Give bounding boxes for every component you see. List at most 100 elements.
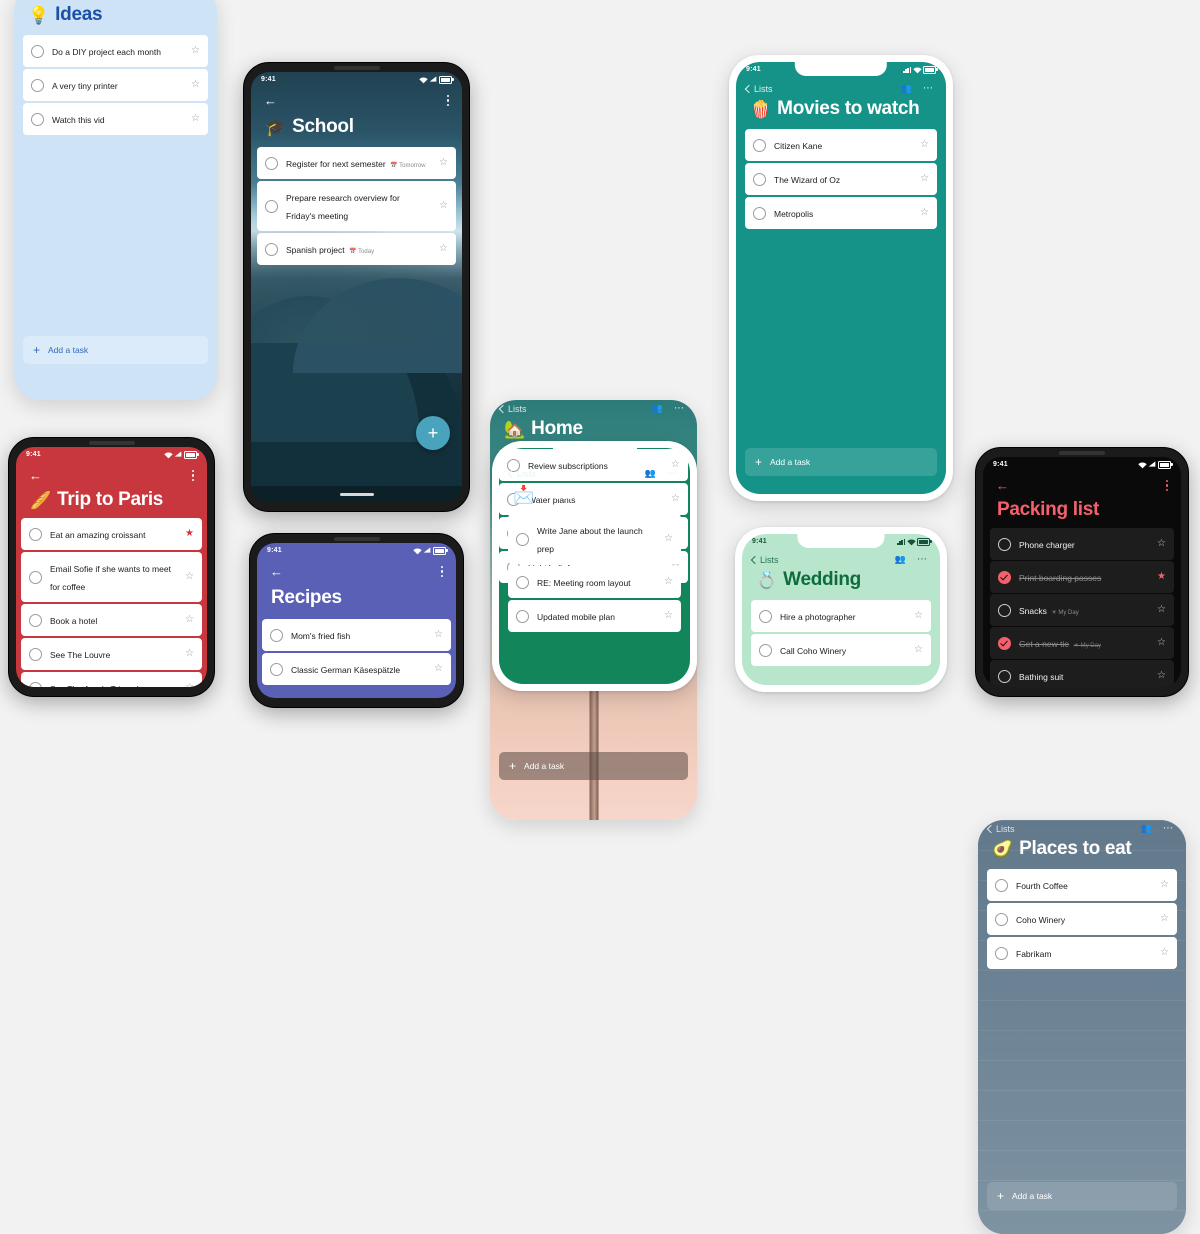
- checkbox-circle-icon[interactable]: [998, 669, 1011, 683]
- task-row[interactable]: Print boarding passes ★: [990, 561, 1174, 593]
- more-horizontal-icon[interactable]: ⋯: [923, 83, 934, 93]
- add-task-button[interactable]: + Add a task: [23, 336, 208, 364]
- task-row[interactable]: Book a hotel ☆: [21, 604, 202, 636]
- phone-movies[interactable]: 9:41 Lists 👥 ⋯ 🍿 Movies to watch Citizen…: [729, 55, 953, 501]
- checkbox-circle-icon[interactable]: [31, 112, 44, 126]
- task-row[interactable]: Fourth Coffee ☆: [987, 869, 1177, 901]
- more-horizontal-icon[interactable]: ⋯: [674, 403, 685, 413]
- task-row[interactable]: Metropolis ☆: [745, 197, 937, 229]
- checkbox-circle-icon[interactable]: [995, 878, 1008, 892]
- add-person-icon[interactable]: 👥: [652, 403, 663, 414]
- kebab-menu-icon[interactable]: [446, 94, 449, 107]
- checkbox-circle-icon[interactable]: [753, 206, 766, 220]
- star-icon[interactable]: ☆: [1160, 914, 1169, 924]
- star-icon[interactable]: ☆: [664, 534, 673, 544]
- task-row[interactable]: Email Sofie if she wants to meet for cof…: [21, 552, 202, 602]
- task-row[interactable]: RE: Meeting room layout ☆: [508, 566, 681, 598]
- task-row[interactable]: The Wizard of Oz ☆: [745, 163, 937, 195]
- star-icon[interactable]: ★: [1157, 572, 1166, 582]
- checkbox-circle-icon[interactable]: [753, 138, 766, 152]
- back-arrow-icon[interactable]: ←: [29, 469, 42, 482]
- checkbox-circle-icon[interactable]: [265, 156, 278, 170]
- star-icon[interactable]: ☆: [914, 645, 923, 655]
- back-to-lists-button[interactable]: Lists: [986, 824, 1015, 834]
- checkbox-circle-icon[interactable]: [998, 636, 1011, 650]
- more-horizontal-icon[interactable]: ⋯: [1163, 823, 1174, 833]
- card-places[interactable]: Lists 👥 ⋯ 🥑 Places to eat Fourth Coffee …: [978, 820, 1186, 1234]
- star-icon[interactable]: ☆: [439, 201, 448, 211]
- checkbox-circle-icon[interactable]: [995, 912, 1008, 926]
- phone-packing[interactable]: 9:41 ← Packing list Phone charger ☆ Prin…: [975, 447, 1189, 697]
- phone-recipes[interactable]: 9:41 ← Recipes Mom's fried fish ☆ Classi…: [249, 533, 464, 708]
- task-row[interactable]: Spanish project 📅 Today ☆: [257, 233, 456, 265]
- star-icon[interactable]: ★: [185, 529, 194, 539]
- star-icon[interactable]: ☆: [185, 572, 194, 582]
- task-row[interactable]: Do a DIY project each month ☆: [23, 35, 208, 67]
- back-to-lists-button[interactable]: Lists: [507, 469, 536, 479]
- star-icon[interactable]: ☆: [1160, 880, 1169, 890]
- star-icon[interactable]: ☆: [185, 615, 194, 625]
- more-horizontal-icon[interactable]: ⋯: [667, 468, 678, 478]
- task-row[interactable]: Prepare research overview for Friday's m…: [257, 181, 456, 231]
- checkbox-circle-icon[interactable]: [29, 647, 42, 661]
- phone-paris[interactable]: 9:41 ← 🥖 Trip to Paris Eat an amazing cr…: [8, 437, 215, 697]
- checkbox-circle-icon[interactable]: [516, 609, 529, 623]
- checkbox-circle-icon[interactable]: [998, 603, 1011, 617]
- checkbox-circle-icon[interactable]: [265, 242, 278, 256]
- star-icon[interactable]: ☆: [920, 140, 929, 150]
- checkbox-circle-icon[interactable]: [29, 681, 42, 687]
- add-task-fab[interactable]: +: [416, 416, 450, 450]
- phone-school[interactable]: 9:41 ← 🎓 School Register for next semest…: [243, 62, 470, 512]
- task-row[interactable]: Watch this vid ☆: [23, 103, 208, 135]
- star-icon[interactable]: ☆: [914, 611, 923, 621]
- phone-wedding[interactable]: 9:41 Lists 👥 ⋯ 💍 Wedding Hire a photogra…: [735, 527, 947, 692]
- back-arrow-icon[interactable]: ←: [996, 479, 1009, 492]
- task-row[interactable]: Get a new tie ☀ My Day ☆: [990, 627, 1174, 659]
- star-icon[interactable]: ☆: [1160, 948, 1169, 958]
- task-row[interactable]: Call Coho Winery ☆: [751, 634, 931, 666]
- star-icon[interactable]: ☆: [191, 46, 200, 56]
- add-task-button[interactable]: + Add a task: [987, 1182, 1177, 1210]
- task-row[interactable]: Mom's fried fish ☆: [262, 619, 451, 651]
- kebab-menu-icon[interactable]: [440, 565, 443, 578]
- android-gesture-bar[interactable]: [251, 486, 462, 502]
- task-row[interactable]: See The Arc de Triomphe ☆: [21, 672, 202, 687]
- task-row[interactable]: Write Jane about the launch prep ☆: [508, 514, 681, 564]
- task-row[interactable]: Register for next semester 📅 Tomorrow ☆: [257, 147, 456, 179]
- star-icon[interactable]: ☆: [1157, 638, 1166, 648]
- back-to-lists-button[interactable]: Lists: [744, 84, 773, 94]
- checkbox-circle-icon[interactable]: [29, 527, 42, 541]
- checkbox-circle-icon[interactable]: [270, 662, 283, 676]
- star-icon[interactable]: ☆: [1157, 605, 1166, 615]
- task-row[interactable]: Bathing suit ☆: [990, 660, 1174, 687]
- checkbox-circle-icon[interactable]: [995, 946, 1008, 960]
- checkbox-circle-icon[interactable]: [759, 609, 772, 623]
- back-to-lists-button[interactable]: Lists: [750, 555, 779, 565]
- kebab-menu-icon[interactable]: [191, 469, 194, 482]
- task-row[interactable]: Updated mobile plan ☆: [508, 600, 681, 632]
- phone-followup[interactable]: 9:41 Lists 👥 ⋯ 📩 Follow-up Write Jane ab…: [492, 441, 697, 691]
- back-arrow-icon[interactable]: ←: [264, 94, 277, 107]
- add-person-icon[interactable]: 👥: [1141, 823, 1152, 834]
- checkbox-circle-icon[interactable]: [29, 570, 42, 584]
- star-icon[interactable]: ☆: [185, 683, 194, 688]
- back-to-lists-button[interactable]: Lists: [498, 404, 527, 414]
- task-row[interactable]: Hire a photographer ☆: [751, 600, 931, 632]
- star-icon[interactable]: ☆: [664, 611, 673, 621]
- checkbox-circle-icon[interactable]: [265, 199, 278, 213]
- checkbox-circle-icon[interactable]: [29, 613, 42, 627]
- checkbox-circle-icon[interactable]: [31, 44, 44, 58]
- star-icon[interactable]: ☆: [185, 649, 194, 659]
- checkbox-circle-icon[interactable]: [998, 537, 1011, 551]
- checkbox-circle-icon[interactable]: [753, 172, 766, 186]
- star-icon[interactable]: ☆: [920, 208, 929, 218]
- star-icon[interactable]: ☆: [1157, 671, 1166, 681]
- checkbox-circle-icon[interactable]: [998, 570, 1011, 584]
- task-row[interactable]: See The Louvre ☆: [21, 638, 202, 670]
- star-icon[interactable]: ☆: [664, 577, 673, 587]
- star-icon[interactable]: ☆: [920, 174, 929, 184]
- add-person-icon[interactable]: 👥: [895, 554, 906, 565]
- checkbox-circle-icon[interactable]: [270, 628, 283, 642]
- checkbox-circle-icon[interactable]: [759, 643, 772, 657]
- star-icon[interactable]: ☆: [434, 630, 443, 640]
